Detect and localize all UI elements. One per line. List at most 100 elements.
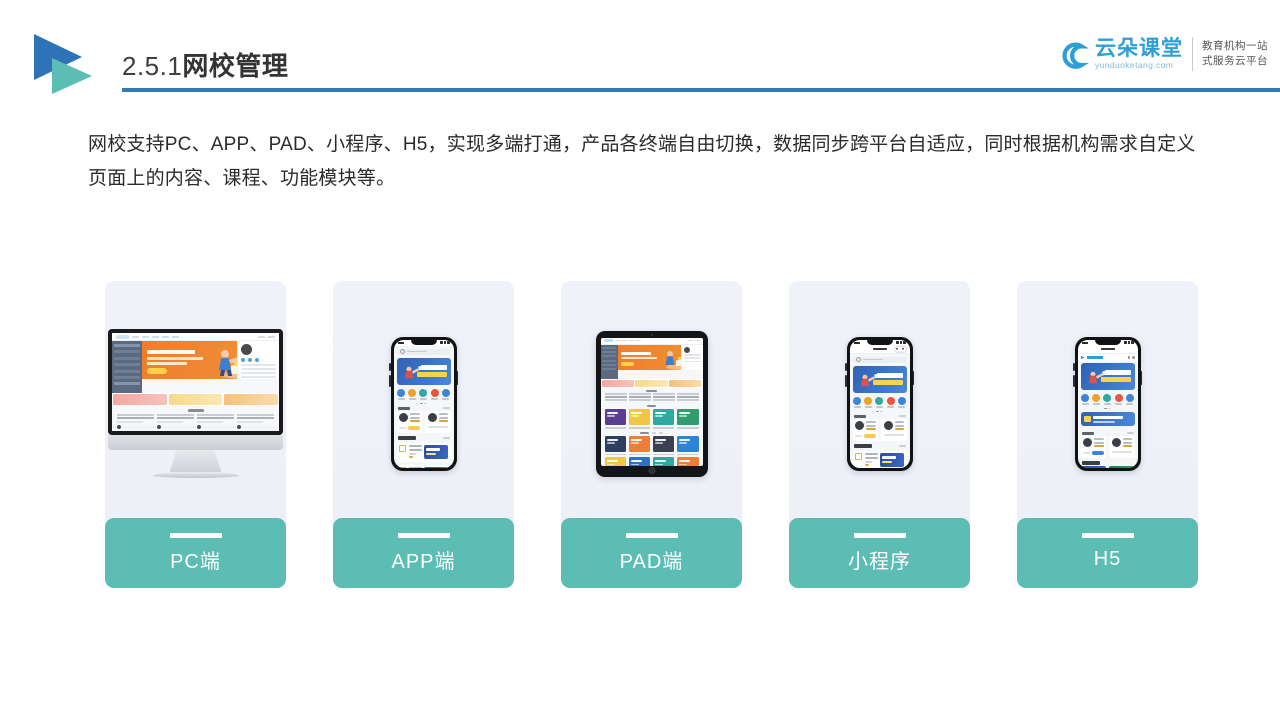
- teacher-info: [410, 413, 420, 424]
- category-item[interactable]: [419, 388, 428, 400]
- pad-course-tile[interactable]: [652, 435, 675, 452]
- ipad-home-button[interactable]: [648, 466, 655, 474]
- wifi-icon: [1127, 341, 1130, 344]
- bottom-course-card[interactable]: [1109, 465, 1135, 468]
- teacher-action-pill[interactable]: [407, 426, 420, 431]
- category-item[interactable]: [864, 396, 873, 408]
- category-item[interactable]: [886, 396, 895, 408]
- pad-course-tile[interactable]: [676, 457, 699, 466]
- pad-course-tile[interactable]: [676, 435, 699, 452]
- platform-card-h5[interactable]: H5: [1017, 281, 1198, 588]
- pad-course-tile[interactable]: [604, 457, 627, 466]
- section-more-link[interactable]: [898, 444, 906, 447]
- pad-course-line: [604, 393, 627, 395]
- category-item[interactable]: [853, 396, 862, 408]
- card-label-miniprogram[interactable]: 小程序: [789, 518, 970, 588]
- teacher-meta-line: [855, 435, 862, 438]
- pad-course-tile[interactable]: [628, 457, 651, 466]
- card-label-text: PC端: [170, 550, 221, 573]
- teacher-action-pill[interactable]: [1091, 451, 1104, 456]
- platform-card-pc[interactable]: PC端: [105, 281, 286, 588]
- pad-section-tab[interactable]: [652, 432, 656, 434]
- tile-line: [630, 463, 639, 466]
- section-more-link[interactable]: [898, 415, 906, 418]
- bottom-course-card[interactable]: [1080, 465, 1106, 468]
- category-item[interactable]: [397, 388, 406, 400]
- pad-sidebar-item: [602, 350, 616, 353]
- course-line: [864, 457, 878, 460]
- category-item[interactable]: [441, 388, 450, 400]
- iphone-power-button: [912, 370, 914, 385]
- category-item[interactable]: [430, 388, 439, 400]
- teacher-card[interactable]: [425, 410, 451, 433]
- category-item[interactable]: [897, 396, 906, 408]
- pad-course-tile[interactable]: [652, 457, 675, 466]
- teacher-card[interactable]: [1109, 435, 1135, 458]
- platform-card-pad[interactable]: PAD端: [561, 281, 742, 588]
- course-row[interactable]: [852, 450, 907, 468]
- course-row[interactable]: [396, 442, 451, 463]
- pc-course-line: [117, 413, 154, 416]
- category-label: [875, 406, 883, 408]
- menu-icon[interactable]: [1127, 356, 1130, 359]
- card-label-pad[interactable]: PAD端: [561, 518, 742, 588]
- category-item[interactable]: [1114, 393, 1123, 405]
- teacher-card[interactable]: [396, 410, 422, 433]
- card-label-pc[interactable]: PC端: [105, 518, 286, 588]
- category-icon: [1081, 393, 1090, 402]
- teacher-meta-line: [1111, 451, 1132, 454]
- teacher-meta-line: [399, 427, 406, 430]
- platform-card-app[interactable]: APP端: [333, 281, 514, 588]
- teacher-action-pill[interactable]: [863, 434, 876, 439]
- teacher-list: [1078, 435, 1138, 458]
- pad-sidebar-item: [602, 355, 616, 358]
- section-more-link[interactable]: [1126, 432, 1134, 435]
- category-item[interactable]: [1125, 393, 1134, 405]
- pad-course-tile[interactable]: [628, 435, 651, 452]
- teacher-top: [427, 413, 448, 424]
- pc-hero-subline: [147, 362, 187, 365]
- section-more-link[interactable]: [442, 436, 450, 439]
- ipad-illustration: [595, 330, 708, 477]
- category-item[interactable]: [408, 388, 417, 400]
- search-bar[interactable]: [852, 356, 907, 363]
- tile-line: [678, 411, 690, 414]
- pad-course-tile[interactable]: [604, 435, 627, 452]
- h5-promo-banner[interactable]: [1080, 411, 1135, 426]
- platform-card-miniprogram[interactable]: 小程序: [789, 281, 970, 588]
- category-icon: [1125, 393, 1134, 402]
- card-label-h5[interactable]: H5: [1017, 518, 1198, 588]
- app-search-bar[interactable]: [396, 348, 451, 355]
- category-item[interactable]: [1103, 393, 1112, 405]
- category-item[interactable]: [1092, 393, 1101, 405]
- category-item[interactable]: [1081, 393, 1090, 405]
- pad-course-tile[interactable]: [676, 408, 699, 425]
- teacher-meta-line: [883, 434, 904, 437]
- pad-course-row: [601, 393, 703, 404]
- tile-line: [630, 438, 642, 441]
- teacher-meta: [1111, 451, 1132, 454]
- pad-course-tile[interactable]: [628, 408, 651, 425]
- pad-sidebar: [600, 344, 618, 379]
- user-icon[interactable]: [1132, 356, 1135, 359]
- teacher-card[interactable]: [1080, 435, 1106, 458]
- pad-course-tile[interactable]: [604, 408, 627, 425]
- teacher-info: [1094, 438, 1104, 449]
- category-label: [442, 398, 450, 400]
- banner-subhead: [872, 379, 903, 385]
- miniprogram-capsule-menu[interactable]: [893, 345, 907, 353]
- slide: 2.5.1网校管理 云朵课堂 yunduoketang.com 教育机构一站 式…: [0, 0, 1280, 720]
- category-icon: [864, 396, 873, 405]
- category-item[interactable]: [875, 396, 884, 408]
- course-row[interactable]: [396, 464, 451, 468]
- teacher-card[interactable]: [852, 418, 878, 441]
- course-thumbnail: [880, 453, 904, 468]
- card-label-app[interactable]: APP端: [333, 518, 514, 588]
- course-line: [408, 449, 422, 452]
- tile-line: [606, 438, 618, 441]
- teacher-card[interactable]: [881, 418, 907, 441]
- pad-section-bar: [640, 432, 649, 435]
- section-more-link[interactable]: [442, 407, 450, 410]
- pad-course-tile[interactable]: [652, 408, 675, 425]
- pad-section-tab[interactable]: [659, 432, 663, 434]
